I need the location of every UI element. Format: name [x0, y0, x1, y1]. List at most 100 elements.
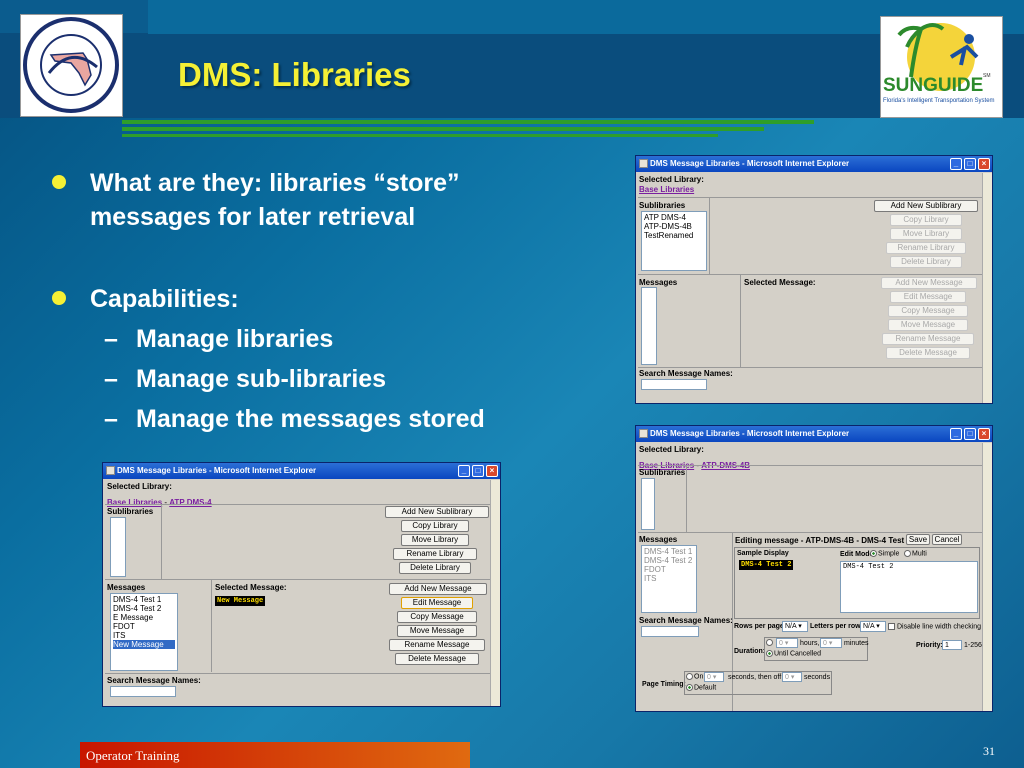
message-list[interactable]: DMS-4 Test 1 DMS-4 Test 2 E Message FDOT…	[110, 593, 178, 671]
save-button[interactable]: Save	[906, 534, 930, 545]
edit-message-button[interactable]: Edit Message	[890, 291, 966, 303]
title-rule-3	[122, 134, 718, 137]
rename-message-button[interactable]: Rename Message	[882, 333, 974, 345]
copy-message-button[interactable]: Copy Message	[397, 611, 477, 623]
title-rule-1	[122, 120, 814, 124]
list-item[interactable]: ATP DMS-4	[644, 213, 704, 222]
close-icon[interactable]: ×	[978, 158, 990, 170]
breadcrumb-base-libraries[interactable]: Base Libraries	[639, 185, 694, 194]
close-icon[interactable]: ×	[978, 428, 990, 440]
maximize-icon[interactable]: □	[964, 158, 976, 170]
title-rule-2	[122, 127, 764, 131]
vertical-scrollbar[interactable]	[490, 480, 500, 706]
list-item[interactable]: ITS	[113, 631, 175, 640]
move-library-button[interactable]: Move Library	[401, 534, 469, 546]
off-seconds-select[interactable]: 0 ▾	[782, 672, 802, 682]
minutes-select[interactable]: 0 ▾	[820, 638, 842, 648]
close-icon[interactable]: ×	[486, 465, 498, 477]
list-item[interactable]: E Message	[113, 613, 175, 622]
page-timing-on-radio[interactable]: On	[686, 673, 703, 680]
list-item-selected[interactable]: New Message	[113, 640, 175, 649]
on-seconds-select[interactable]: 0 ▾	[704, 672, 724, 682]
list-item[interactable]: FDOT	[113, 622, 175, 631]
copy-library-button[interactable]: Copy Library	[401, 520, 469, 532]
minimize-icon[interactable]: _	[950, 428, 962, 440]
search-input[interactable]	[110, 686, 176, 697]
sub-dash: –	[104, 325, 118, 353]
radio-multi-label: Multi	[912, 550, 927, 558]
divider	[638, 197, 984, 198]
list-item[interactable]: FDOT	[644, 565, 694, 574]
duration-timed-radio[interactable]	[766, 639, 774, 646]
hours-select[interactable]: 0 ▾	[776, 638, 798, 648]
page-timing-default-radio[interactable]: Default	[686, 684, 716, 691]
list-item[interactable]: ATP-DMS-4B	[644, 222, 704, 231]
until-cancelled-radio[interactable]: Until Cancelled	[766, 650, 821, 657]
sample-display: DMS-4 Test 2	[739, 560, 794, 570]
list-item[interactable]: DMS-4 Test 2	[113, 604, 175, 613]
search-input[interactable]	[641, 626, 699, 637]
add-sublibrary-button[interactable]: Add New Sublibrary	[385, 506, 489, 518]
messages-label: Messages	[107, 583, 146, 592]
vertical-scrollbar[interactable]	[982, 173, 992, 403]
sublibrary-list[interactable]: ATP DMS-4 ATP-DMS-4B TestRenamed	[641, 211, 707, 271]
delete-library-button[interactable]: Delete Library	[399, 562, 471, 574]
rename-message-button[interactable]: Rename Message	[389, 639, 485, 651]
message-list[interactable]: DMS-4 Test 1 DMS-4 Test 2 FDOT ITS	[641, 545, 697, 613]
window-titlebar[interactable]: DMS Message Libraries - Microsoft Intern…	[103, 463, 500, 479]
window-body: Selected Library: Base Libraries - ATP D…	[105, 480, 491, 704]
minimize-icon[interactable]: _	[458, 465, 470, 477]
rename-library-button[interactable]: Rename Library	[393, 548, 477, 560]
rows-per-page-select[interactable]: N/A ▾	[782, 621, 808, 632]
move-message-button[interactable]: Move Message	[397, 625, 477, 637]
vertical-scrollbar[interactable]	[982, 443, 992, 711]
delete-message-button[interactable]: Delete Message	[886, 347, 970, 359]
line-width-checkbox[interactable]: Disable line width checking	[888, 623, 981, 630]
list-item[interactable]: DMS-4 Test 1	[644, 547, 694, 556]
breadcrumb-base-libraries[interactable]: Base Libraries	[107, 498, 162, 507]
move-library-button[interactable]: Move Library	[890, 228, 962, 240]
rename-library-button[interactable]: Rename Library	[886, 242, 966, 254]
window-titlebar[interactable]: DMS Message Libraries - Microsoft Intern…	[636, 426, 992, 442]
delete-library-button[interactable]: Delete Library	[890, 256, 962, 268]
message-editor[interactable]: DMS-4 Test 2	[840, 561, 978, 613]
copy-library-button[interactable]: Copy Library	[890, 214, 962, 226]
sub-dash: –	[104, 365, 118, 393]
delete-message-button[interactable]: Delete Message	[395, 653, 479, 665]
ie-page-icon	[639, 159, 648, 168]
ie-window-top: DMS Message Libraries - Microsoft Intern…	[635, 155, 993, 404]
chevron-down-icon: ▾	[798, 623, 802, 630]
selected-library-label: Selected Library:	[639, 175, 704, 184]
cancel-button[interactable]: Cancel	[932, 534, 962, 545]
add-message-button[interactable]: Add New Message	[881, 277, 977, 289]
sublibrary-list[interactable]	[641, 478, 655, 530]
radio-simple-label: Simple	[878, 550, 900, 558]
window-title: DMS Message Libraries - Microsoft Intern…	[650, 159, 850, 168]
add-message-button[interactable]: Add New Message	[389, 583, 487, 595]
minimize-icon[interactable]: _	[950, 158, 962, 170]
radio-simple[interactable]: Simple	[870, 550, 899, 557]
add-sublibrary-button[interactable]: Add New Sublibrary	[874, 200, 978, 212]
radio-selected-icon	[686, 684, 693, 691]
copy-message-button[interactable]: Copy Message	[888, 305, 968, 317]
search-input[interactable]	[641, 379, 707, 390]
maximize-icon[interactable]: □	[964, 428, 976, 440]
search-label: Search Message Names:	[107, 676, 201, 685]
move-message-button[interactable]: Move Message	[888, 319, 968, 331]
footer-text: Operator Training	[86, 748, 180, 763]
sublibrary-list[interactable]	[110, 517, 126, 577]
radio-multi[interactable]: Multi	[904, 550, 927, 557]
breadcrumb-atp-dms-4[interactable]: ATP DMS-4	[169, 498, 211, 507]
list-item[interactable]: DMS-4 Test 1	[113, 595, 175, 604]
sample-display-label: Sample Display	[737, 550, 789, 557]
letters-per-row-select[interactable]: N/A ▾	[860, 621, 886, 632]
list-item[interactable]: DMS-4 Test 2	[644, 556, 694, 565]
edit-message-button[interactable]: Edit Message	[401, 597, 473, 609]
message-list[interactable]	[641, 287, 657, 365]
priority-input[interactable]: 1	[942, 640, 962, 650]
maximize-icon[interactable]: □	[472, 465, 484, 477]
window-titlebar[interactable]: DMS Message Libraries - Microsoft Intern…	[636, 156, 992, 172]
sunguide-sm: SM	[983, 73, 991, 79]
list-item[interactable]: TestRenamed	[644, 231, 704, 240]
list-item[interactable]: ITS	[644, 574, 694, 583]
